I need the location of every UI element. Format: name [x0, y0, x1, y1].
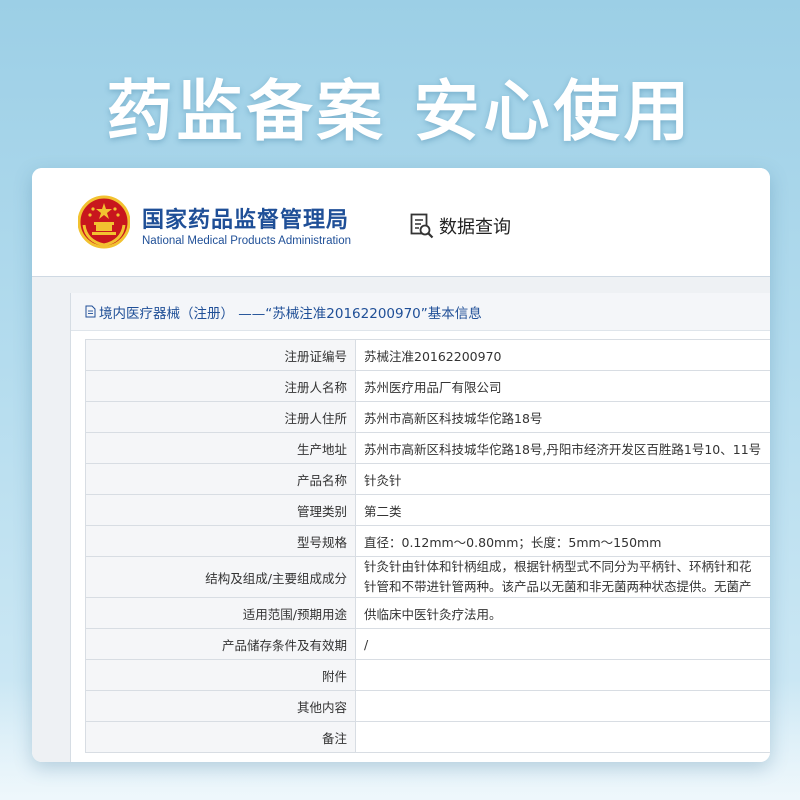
table-row: 管理类别 第二类	[85, 494, 770, 526]
field-label: 备注	[85, 721, 356, 753]
panel-title-text: 境内医疗器械（注册） ——“苏械注准20162200970”基本信息	[99, 305, 482, 322]
table-row: 注册证编号 苏械注准20162200970	[85, 339, 770, 371]
field-value: /	[355, 628, 770, 660]
field-value: 苏州医疗用品厂有限公司	[355, 370, 770, 402]
field-label: 管理类别	[85, 494, 356, 526]
org-name-en: National Medical Products Administration	[142, 235, 352, 247]
field-value: 直径：0.12mm～0.80mm；长度：5mm～150mm	[355, 525, 770, 557]
table-row: 产品名称 针灸针	[85, 463, 770, 495]
field-value-line: 针灸针由针体和针柄组成，根据针柄型式不同分为平柄针、环柄针和花	[364, 559, 752, 574]
field-value: 供临床中医针灸疗法用。	[355, 597, 770, 629]
table-row: 其他内容	[85, 690, 770, 722]
table-row: 适用范围/预期用途 供临床中医针灸疗法用。	[85, 597, 770, 629]
table-row: 生产地址 苏州市高新区科技城华佗路18号,丹阳市经济开发区百胜路1号10、11号	[85, 432, 770, 464]
info-panel: 境内医疗器械（注册） ——“苏械注准20162200970”基本信息 注册证编号…	[70, 293, 770, 762]
field-value: 针灸针	[355, 463, 770, 495]
table-row: 附件	[85, 659, 770, 691]
table-row: 结构及组成/主要组成成分 针灸针由针体和针柄组成，根据针柄型式不同分为平柄针、环…	[85, 556, 770, 598]
org-name-cn: 国家药品监督管理局	[142, 208, 350, 233]
panel-title: 境内医疗器械（注册） ——“苏械注准20162200970”基本信息	[71, 293, 770, 331]
field-value: 苏州市高新区科技城华佗路18号,丹阳市经济开发区百胜路1号10、11号	[355, 432, 770, 464]
document-icon	[85, 305, 96, 318]
field-value: 苏州市高新区科技城华佗路18号	[355, 401, 770, 433]
banner-headline: 药监备案 安心使用	[106, 73, 694, 150]
field-label: 型号规格	[85, 525, 356, 557]
field-value	[355, 690, 770, 722]
field-label: 适用范围/预期用途	[85, 597, 356, 629]
field-label: 其他内容	[85, 690, 356, 722]
site-header: 国家药品监督管理局 National Medical Products Admi…	[32, 168, 770, 277]
field-value	[355, 721, 770, 753]
table-row: 备注	[85, 721, 770, 753]
document-search-icon	[410, 213, 434, 239]
content-area: 境内医疗器械（注册） ——“苏械注准20162200970”基本信息 注册证编号…	[32, 277, 770, 762]
info-table: 注册证编号 苏械注准20162200970 注册人名称 苏州医疗用品厂有限公司 …	[85, 339, 770, 753]
table-row: 型号规格 直径：0.12mm～0.80mm；长度：5mm～150mm	[85, 525, 770, 557]
field-label: 产品名称	[85, 463, 356, 495]
field-value	[355, 659, 770, 691]
field-label: 产品储存条件及有效期	[85, 628, 356, 660]
screenshot-card: 国家药品监督管理局 National Medical Products Admi…	[32, 168, 770, 762]
field-value: 第二类	[355, 494, 770, 526]
field-value: 针灸针由针体和针柄组成，根据针柄型式不同分为平柄针、环柄针和花 针管和不带进针管…	[355, 556, 770, 598]
table-row: 产品储存条件及有效期 /	[85, 628, 770, 660]
field-label: 结构及组成/主要组成成分	[85, 556, 356, 598]
field-value-line: 针管和不带进针管两种。该产品以无菌和非无菌两种状态提供。无菌产	[364, 579, 752, 594]
field-label: 注册证编号	[85, 339, 356, 371]
field-label: 注册人住所	[85, 401, 356, 433]
field-label: 附件	[85, 659, 356, 691]
national-emblem-icon	[78, 195, 130, 249]
table-row: 注册人名称 苏州医疗用品厂有限公司	[85, 370, 770, 402]
field-label: 注册人名称	[85, 370, 356, 402]
table-row: 注册人住所 苏州市高新区科技城华佗路18号	[85, 401, 770, 433]
field-value: 苏械注准20162200970	[355, 339, 770, 371]
data-query-label: 数据查询	[439, 217, 511, 238]
data-query-link[interactable]: 数据查询	[410, 212, 511, 240]
field-label: 生产地址	[85, 432, 356, 464]
